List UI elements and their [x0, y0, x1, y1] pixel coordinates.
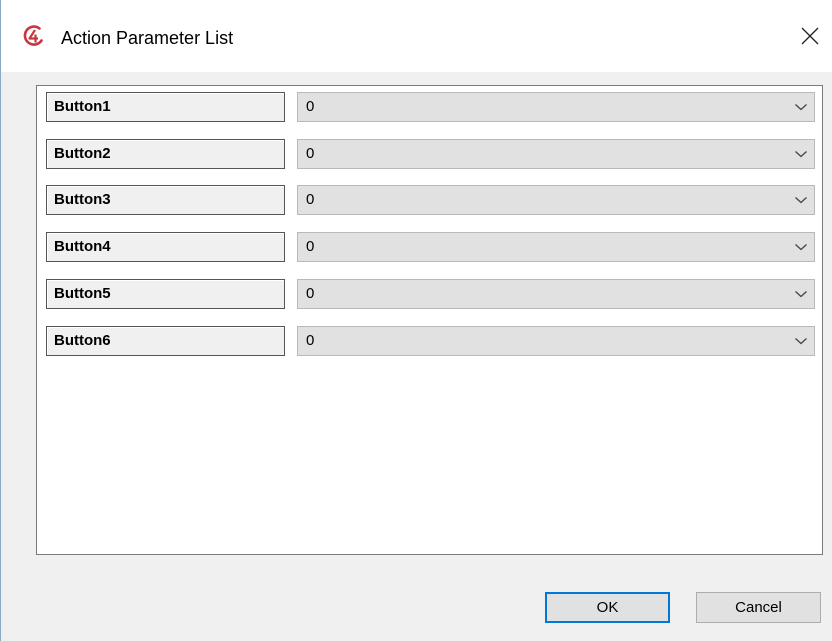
parameter-dropdown[interactable]: 0	[297, 279, 815, 309]
parameter-dropdown[interactable]: 0	[297, 92, 815, 122]
dropdown-value: 0	[306, 332, 315, 349]
parameter-label-box: Button1	[46, 92, 285, 122]
parameter-list-panel: Button1 0 Button2 0 Button3 0 Button4 0 …	[36, 85, 823, 555]
window-title: Action Parameter List	[61, 28, 234, 48]
parameter-dropdown[interactable]: 0	[297, 326, 815, 356]
chevron-down-icon	[795, 244, 807, 251]
cancel-button[interactable]: Cancel	[696, 592, 821, 623]
chevron-down-icon	[795, 291, 807, 298]
parameter-label-box: Button3	[46, 185, 285, 215]
parameter-label-box: Button5	[46, 279, 285, 309]
app-icon	[23, 25, 43, 46]
dropdown-value: 0	[306, 98, 315, 115]
parameter-row: Button4 0	[46, 232, 816, 262]
parameter-row: Button2 0	[46, 139, 816, 169]
chevron-down-icon	[795, 104, 807, 111]
parameter-label-box: Button2	[46, 139, 285, 169]
dropdown-value: 0	[306, 238, 315, 255]
dropdown-value: 0	[306, 145, 315, 162]
close-icon	[801, 27, 819, 45]
parameter-label-box: Button4	[46, 232, 285, 262]
parameter-label: Button4	[54, 238, 111, 255]
dialog-window: Action Parameter List Button1 0 Button2	[0, 0, 832, 641]
ok-button[interactable]: OK	[545, 592, 670, 623]
title-bar[interactable]: Action Parameter List	[1, 0, 832, 72]
parameter-dropdown[interactable]: 0	[297, 185, 815, 215]
parameter-row: Button6 0	[46, 326, 816, 356]
parameter-label: Button1	[54, 98, 111, 115]
chevron-down-icon	[795, 338, 807, 345]
parameter-label-box: Button6	[46, 326, 285, 356]
chevron-down-icon	[795, 197, 807, 204]
parameter-row: Button1 0	[46, 92, 816, 122]
chevron-down-icon	[795, 151, 807, 158]
parameter-label: Button5	[54, 285, 111, 302]
parameter-label: Button6	[54, 332, 111, 349]
parameter-row: Button5 0	[46, 279, 816, 309]
parameter-dropdown[interactable]: 0	[297, 232, 815, 262]
parameter-label: Button3	[54, 191, 111, 208]
parameter-dropdown[interactable]: 0	[297, 139, 815, 169]
parameter-row: Button3 0	[46, 185, 816, 215]
close-button[interactable]	[788, 14, 832, 58]
parameter-label: Button2	[54, 145, 111, 162]
dropdown-value: 0	[306, 285, 315, 302]
dropdown-value: 0	[306, 191, 315, 208]
